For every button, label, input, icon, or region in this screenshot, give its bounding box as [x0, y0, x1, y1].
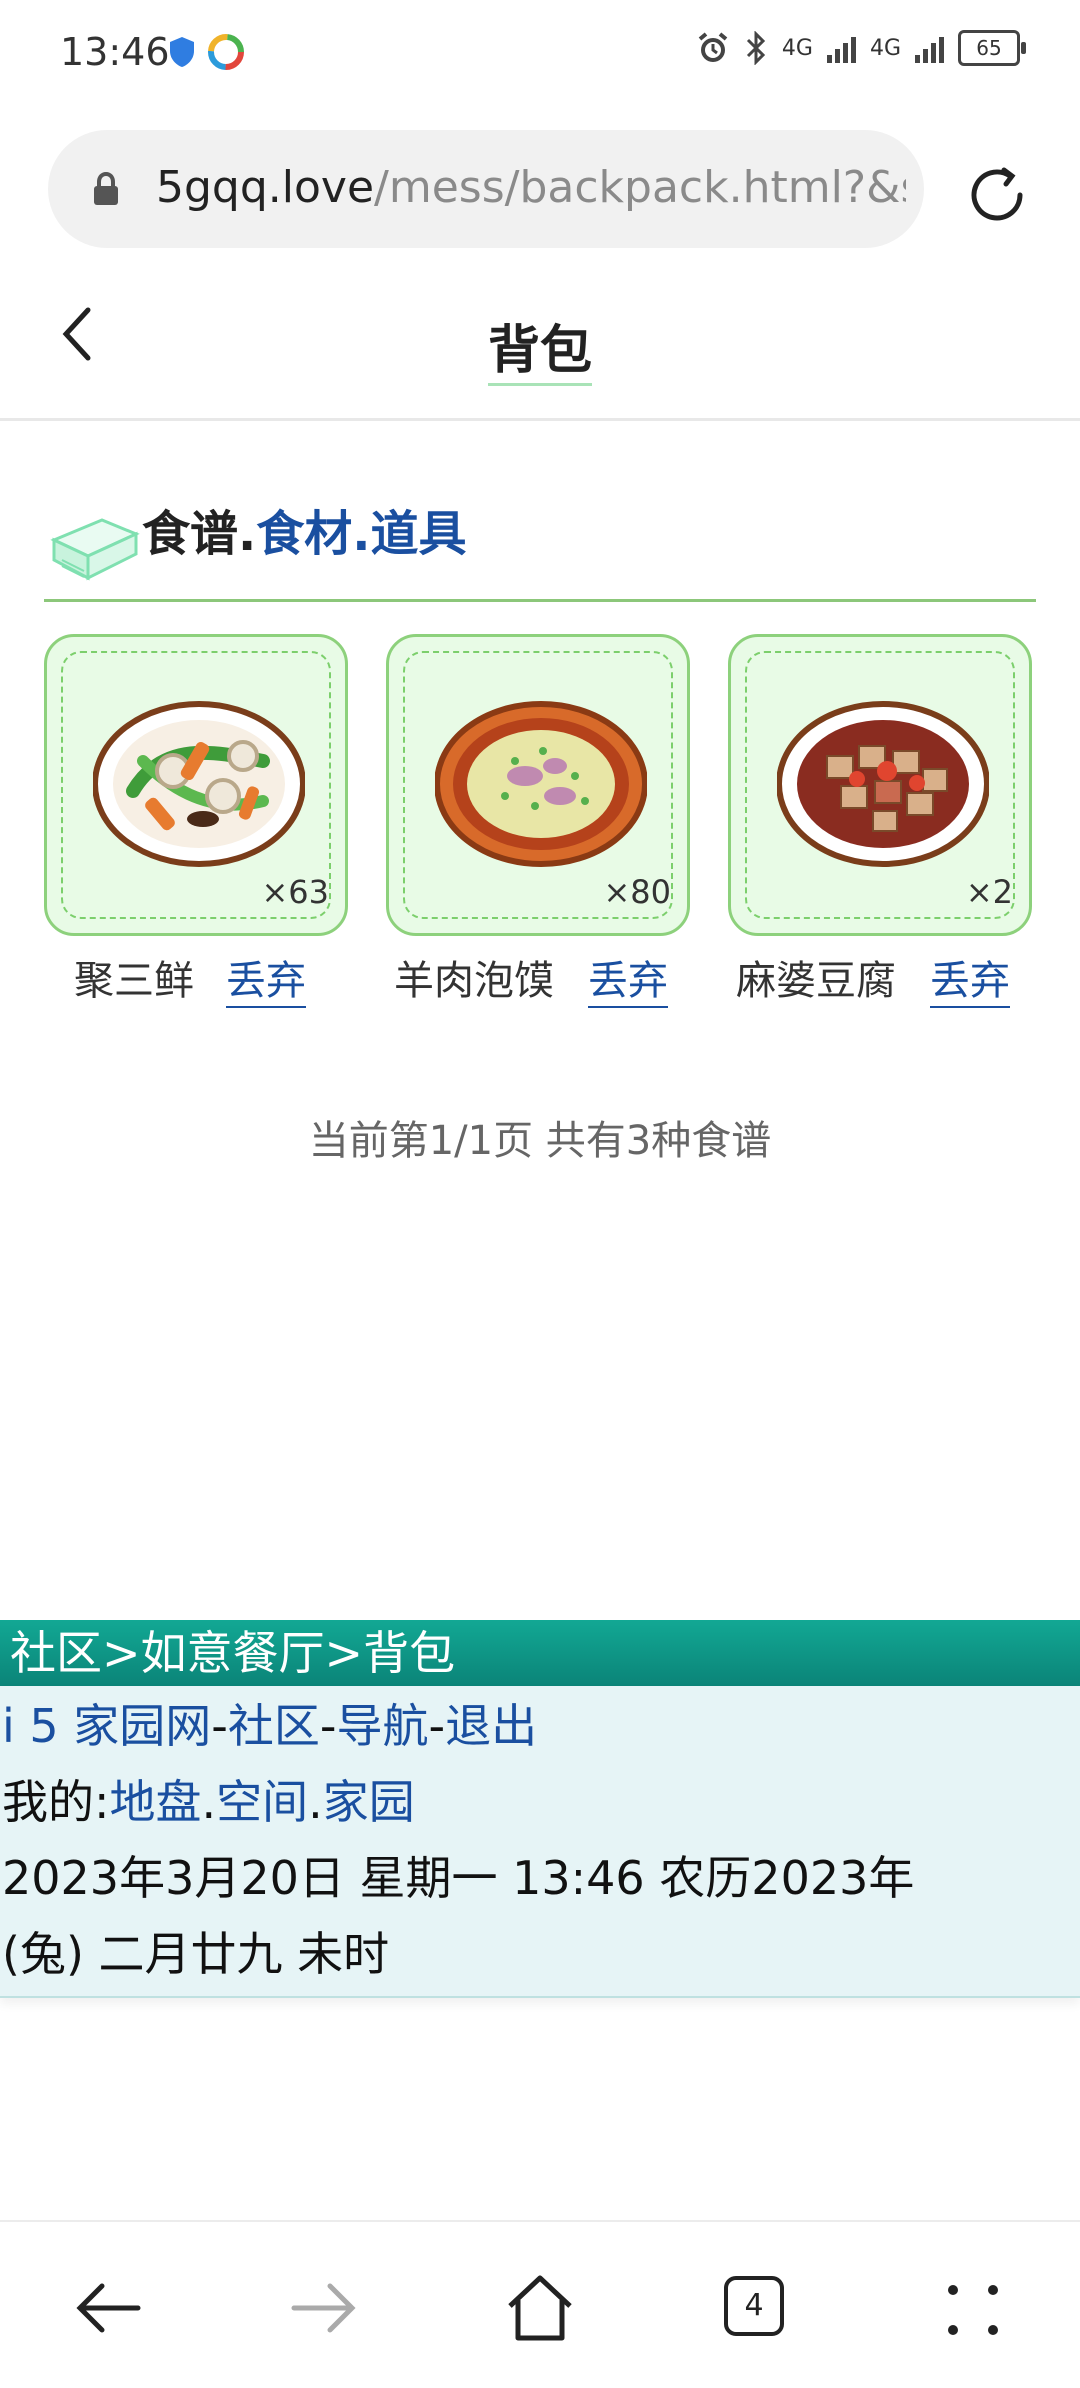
- item-quantity: ×63: [261, 873, 329, 911]
- lock-icon: [94, 172, 118, 205]
- forward-nav-icon[interactable]: [284, 2268, 364, 2348]
- app-icon: [208, 34, 244, 70]
- dish-mapodoufu-image: [777, 701, 989, 867]
- dish-jusanxian-image: [93, 701, 305, 867]
- item-name: 羊肉泡馍: [394, 958, 554, 1004]
- date-line: 2023年3月20日 星期一 13:46 农历2023年: [2, 1851, 915, 1905]
- land-link[interactable]: 地盘: [110, 1775, 202, 1829]
- bluetooth-icon: [746, 31, 766, 65]
- book-icon: [50, 518, 140, 581]
- alarm-icon: [698, 32, 728, 62]
- battery-icon: 65: [958, 30, 1026, 66]
- tab-props[interactable]: 道具: [371, 506, 467, 562]
- tab-separator: .: [352, 506, 371, 562]
- dish-yangroupaomo-image: [435, 701, 647, 867]
- bottom-nav-divider: [0, 2220, 1080, 2222]
- url-text[interactable]: 5gqq.love/mess/backpack.html?&si: [156, 162, 906, 213]
- signal-icon: [915, 33, 944, 63]
- item-card-jusanxian[interactable]: ×63: [44, 634, 348, 936]
- section-tabs: 食谱.食材.道具: [142, 494, 467, 564]
- back-nav-icon[interactable]: [68, 2268, 148, 2348]
- status-time: 13:46: [60, 30, 170, 74]
- reload-icon[interactable]: [962, 160, 1032, 230]
- footer-panel: i 5 家园网-社区-导航-退出 我的:地盘.空间.家园 2023年3月20日 …: [0, 1686, 1080, 1998]
- home-nav-icon[interactable]: [500, 2268, 580, 2348]
- home-link[interactable]: 家园: [323, 1775, 415, 1829]
- community-link[interactable]: 社区: [228, 1699, 320, 1753]
- status-bar: 13:46 4G 4G 65: [0, 0, 1080, 110]
- pagination-info: 当前第1/1页 共有3种食谱: [308, 1118, 772, 1164]
- discard-link[interactable]: 丢弃: [930, 948, 1010, 1008]
- site-home-link[interactable]: i 5 家园网: [2, 1699, 211, 1753]
- url-path: /mess/backpack.html?&si: [374, 162, 906, 213]
- my-links: 我的:地盘.空间.家园: [2, 1775, 415, 1829]
- network-type-1: 4G: [781, 35, 813, 61]
- footer-links: i 5 家园网-社区-导航-退出: [2, 1699, 538, 1753]
- url-host: 5gqq.love: [156, 162, 375, 213]
- network-type-2: 4G: [869, 35, 901, 61]
- tab-separator: .: [238, 506, 257, 562]
- item-card-mapodoufu[interactable]: ×2: [728, 634, 1032, 936]
- item-quantity: ×2: [965, 873, 1013, 911]
- section-divider: [44, 599, 1036, 602]
- address-bar[interactable]: 5gqq.love/mess/backpack.html?&si: [48, 130, 924, 248]
- item-card-yangroupaomo[interactable]: ×80: [386, 634, 690, 936]
- discard-link[interactable]: 丢弃: [226, 948, 306, 1008]
- breadcrumb: 社区>如意餐厅>背包: [0, 1620, 1080, 1686]
- lunar-date-line: (兔) 二月廿九 未时: [2, 1927, 390, 1981]
- tab-recipes: 食谱: [142, 506, 239, 562]
- discard-link[interactable]: 丢弃: [588, 948, 668, 1008]
- logout-link[interactable]: 退出: [445, 1699, 537, 1753]
- item-quantity: ×80: [603, 873, 671, 911]
- signal-icon: [826, 33, 856, 63]
- tabs-button[interactable]: 4: [724, 2276, 784, 2336]
- page-title: 背包: [0, 308, 1080, 386]
- item-name: 麻婆豆腐: [736, 958, 896, 1004]
- header-divider: [0, 418, 1080, 421]
- menu-icon[interactable]: [945, 2282, 1001, 2338]
- shield-icon: [170, 37, 194, 67]
- space-link[interactable]: 空间: [216, 1775, 308, 1829]
- item-name: 聚三鲜: [74, 958, 194, 1004]
- tab-ingredients[interactable]: 食材: [256, 506, 352, 562]
- navigation-link[interactable]: 导航: [337, 1699, 429, 1753]
